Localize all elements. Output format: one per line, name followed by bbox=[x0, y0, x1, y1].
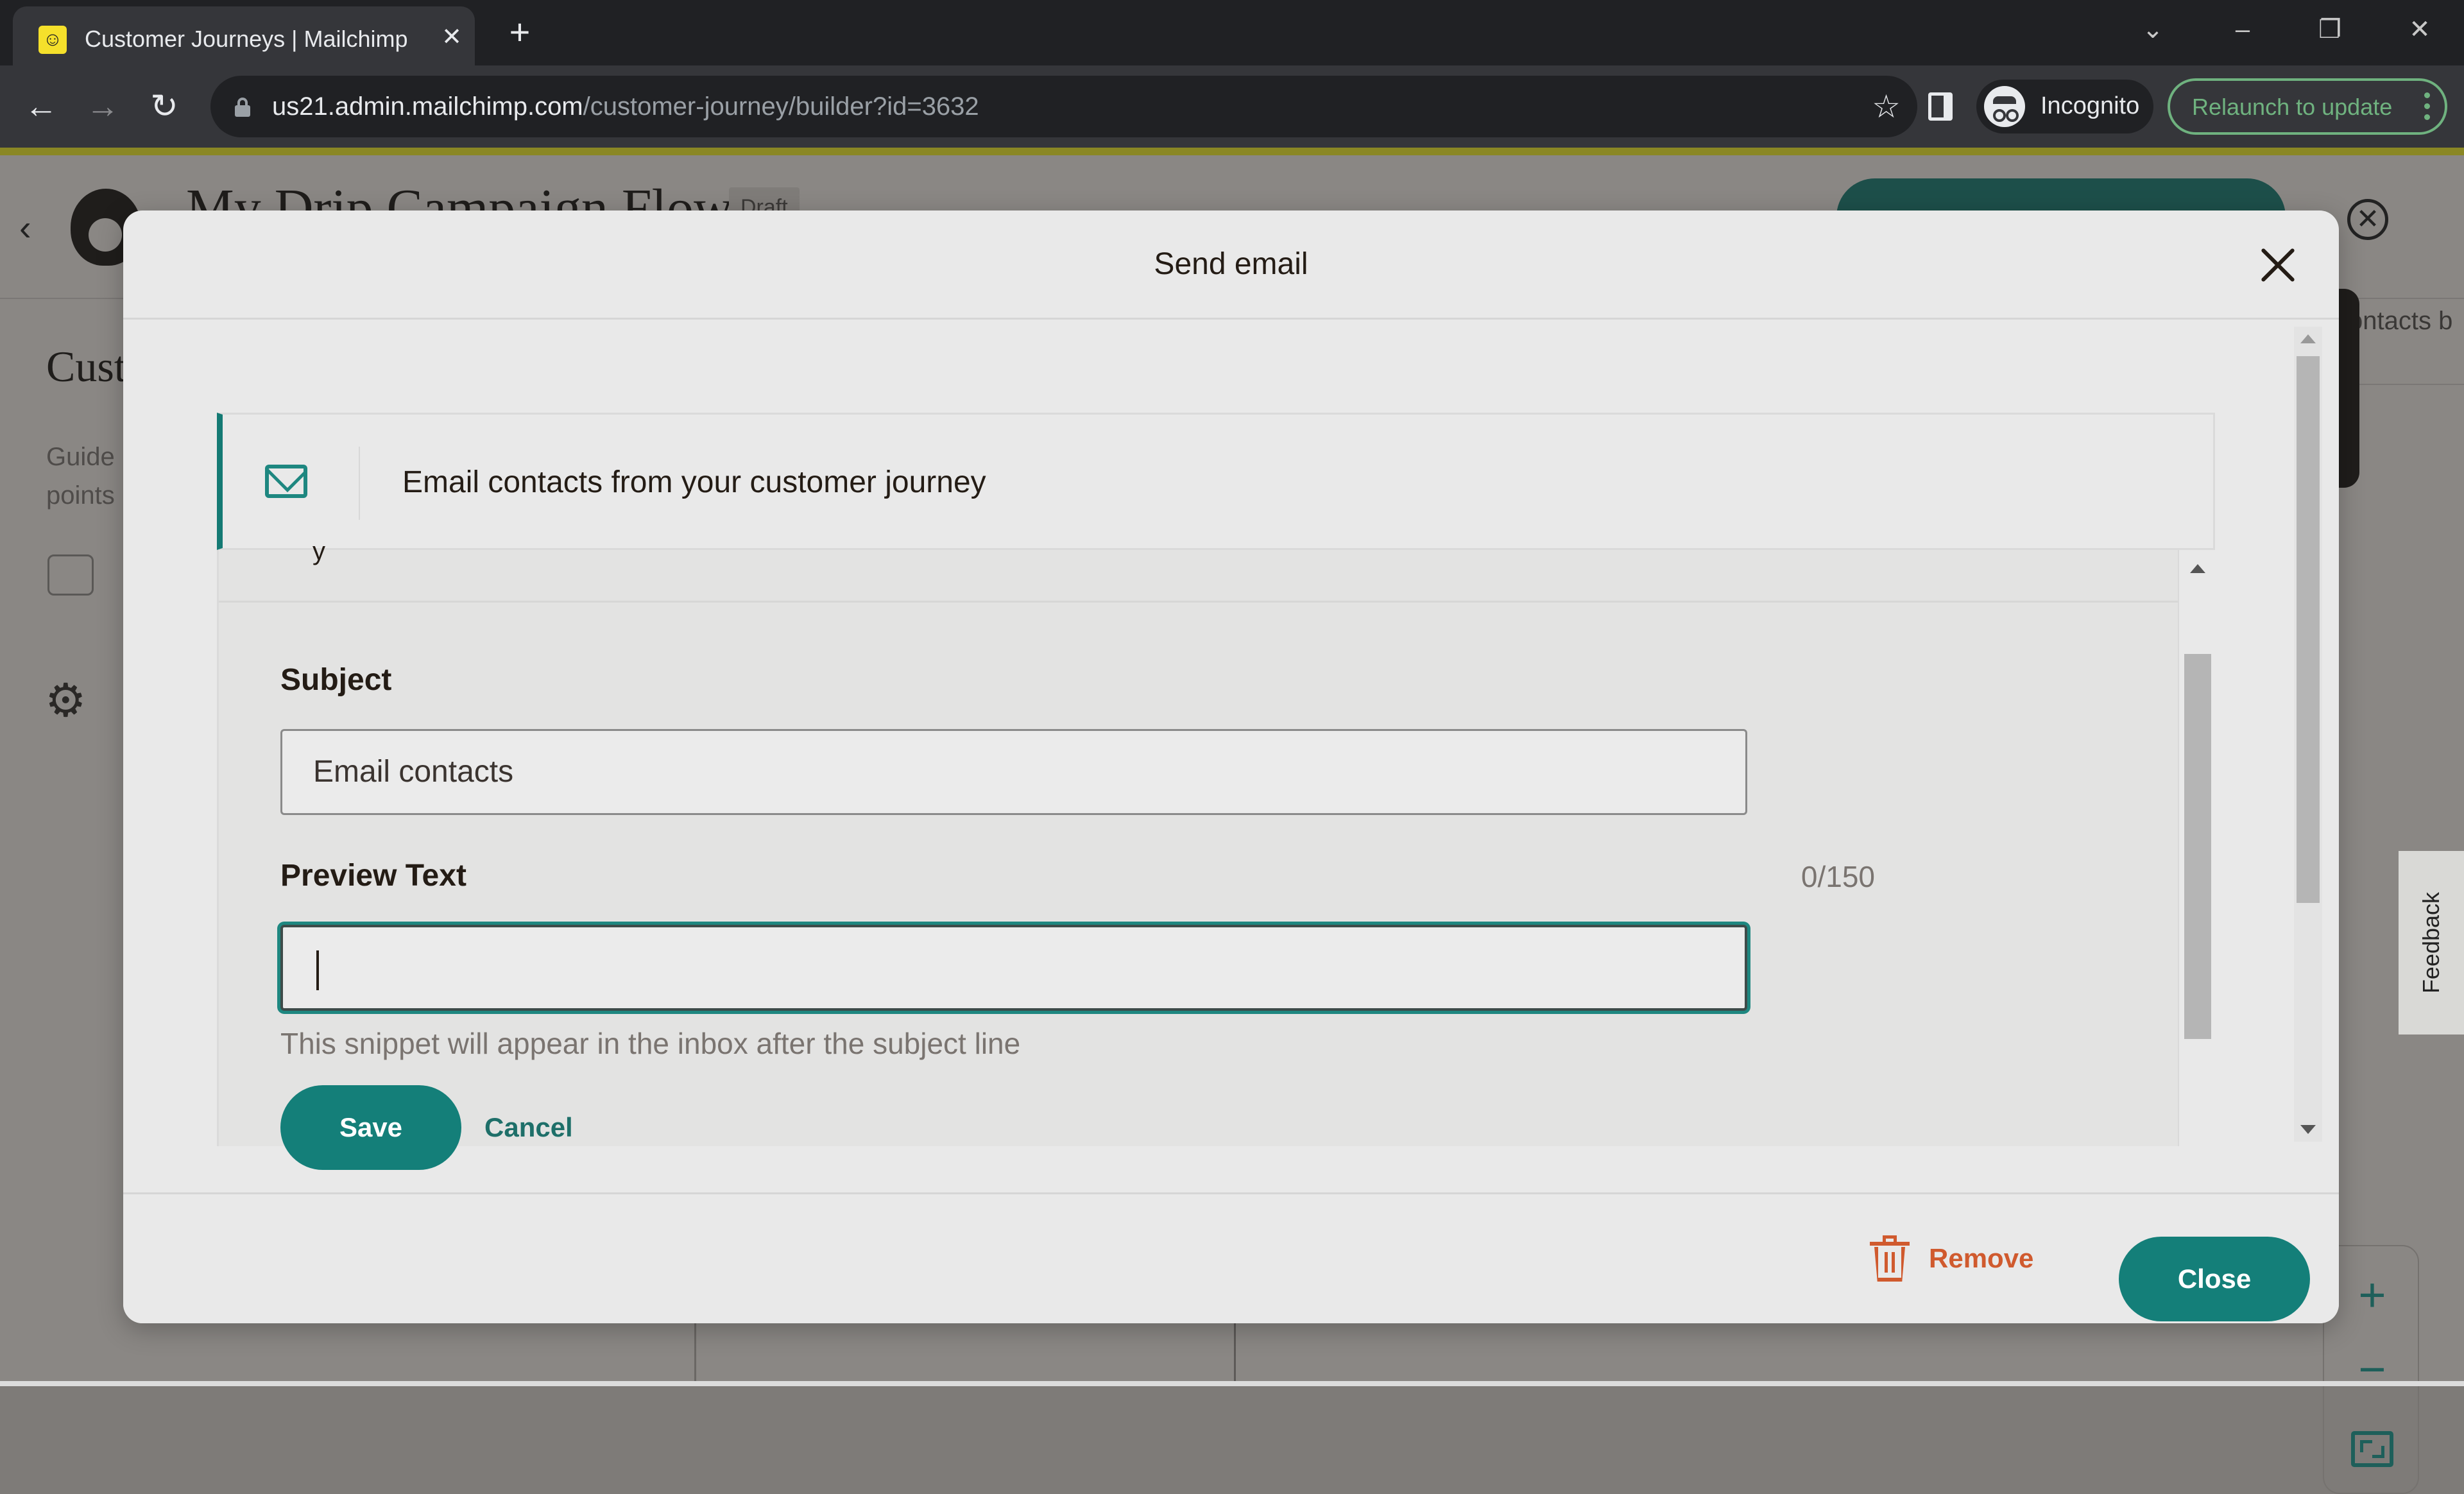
back-chevron-icon[interactable]: ‹ bbox=[19, 207, 31, 248]
relaunch-to-update-button[interactable]: Relaunch to update bbox=[2168, 78, 2447, 135]
minimize-window-button[interactable]: – bbox=[2220, 10, 2265, 49]
browser-toolbar: ← → ↻ us21.admin.mailchimp.com/customer-… bbox=[0, 65, 2464, 148]
step-card-title: Email contacts from your customer journe… bbox=[402, 465, 986, 499]
tab-search-icon[interactable]: ⌄ bbox=[2130, 10, 2175, 49]
url-host: us21.admin.mailchimp.com bbox=[272, 92, 583, 121]
new-tab-button[interactable]: + bbox=[501, 14, 539, 53]
cancel-button[interactable]: Cancel bbox=[484, 1112, 573, 1143]
address-bar[interactable]: us21.admin.mailchimp.com/customer-journe… bbox=[210, 76, 1917, 137]
feedback-label: Feedback bbox=[2418, 891, 2444, 994]
mailchimp-favicon-icon: ☺ bbox=[38, 26, 67, 54]
panel-scrollbar[interactable] bbox=[2178, 550, 2215, 1146]
forward-arrow-icon[interactable]: → bbox=[82, 86, 123, 127]
preview-text-helper: This snippet will appear in the inbox af… bbox=[280, 1027, 1021, 1060]
step-card: Email contacts from your customer journe… bbox=[217, 413, 2215, 550]
clipped-text: y bbox=[312, 537, 325, 565]
bookmark-star-icon[interactable]: ☆ bbox=[1872, 87, 1901, 126]
trash-icon bbox=[1870, 1235, 1910, 1282]
side-panel-description-line: points bbox=[46, 481, 115, 510]
gear-icon[interactable]: ⚙ bbox=[45, 675, 87, 726]
back-arrow-icon[interactable]: ← bbox=[21, 86, 62, 127]
reload-icon[interactable]: ↻ bbox=[144, 86, 185, 127]
save-button[interactable]: Save bbox=[280, 1085, 461, 1170]
send-email-dialog: Send email Email contacts from your cust… bbox=[123, 210, 2339, 1323]
browser-tab-strip: ☺ Customer Journeys | Mailchimp ✕ + ⌄ – … bbox=[0, 0, 2464, 65]
window-bottom-edge bbox=[0, 1381, 2464, 1386]
lock-icon[interactable] bbox=[235, 98, 250, 117]
fit-to-screen-icon[interactable] bbox=[2351, 1431, 2393, 1467]
dialog-scrollbar[interactable] bbox=[2294, 327, 2322, 1142]
relaunch-label: Relaunch to update bbox=[2192, 94, 2393, 120]
scroll-down-arrow-icon[interactable] bbox=[2300, 1125, 2316, 1134]
more-menu-icon[interactable] bbox=[2424, 92, 2431, 121]
close-icon[interactable] bbox=[2255, 243, 2300, 288]
preview-text-label: Preview Text bbox=[280, 859, 466, 893]
remove-button[interactable]: Remove bbox=[1870, 1233, 2033, 1284]
tab-title: Customer Journeys | Mailchimp bbox=[85, 26, 408, 52]
incognito-label: Incognito bbox=[2041, 92, 2140, 119]
canvas-node bbox=[694, 1323, 1236, 1386]
side-panel-icon[interactable] bbox=[1928, 92, 1953, 121]
side-panel-checkbox[interactable] bbox=[47, 554, 94, 596]
scrollbar-thumb[interactable] bbox=[2297, 356, 2320, 903]
incognito-profile-button[interactable]: Incognito bbox=[1976, 80, 2153, 133]
url-text[interactable]: us21.admin.mailchimp.com/customer-journe… bbox=[272, 92, 979, 121]
email-settings-panel: y Subject Email contacts Preview Text 0/… bbox=[217, 537, 2215, 1170]
character-count: 0/150 bbox=[1801, 860, 1875, 893]
dialog-title: Send email bbox=[1154, 247, 1308, 281]
dialog-body: Email contacts from your customer journe… bbox=[123, 322, 2339, 1170]
close-button[interactable]: Close bbox=[2119, 1237, 2310, 1321]
subject-value: Email contacts bbox=[313, 755, 514, 789]
scrollbar-thumb[interactable] bbox=[2184, 654, 2211, 1039]
restore-window-button[interactable]: ❐ bbox=[2307, 10, 2352, 49]
side-panel-description: Guide points bbox=[46, 438, 115, 515]
subject-label: Subject bbox=[280, 663, 392, 697]
side-panel-description-line: Guide bbox=[46, 443, 115, 471]
close-window-button[interactable]: ✕ bbox=[2397, 10, 2442, 49]
subject-input[interactable]: Email contacts bbox=[280, 729, 1747, 815]
incognito-icon bbox=[1984, 86, 2025, 127]
right-panel-text: ontacts b bbox=[2348, 307, 2453, 335]
url-path: /customer-journey/builder?id=3632 bbox=[583, 92, 979, 121]
circle-close-icon[interactable]: ✕ bbox=[2347, 199, 2388, 240]
dialog-header: Send email bbox=[123, 210, 2339, 320]
text-caret bbox=[316, 950, 319, 990]
scroll-up-arrow-icon[interactable] bbox=[2300, 334, 2316, 343]
preview-text-input[interactable] bbox=[280, 925, 1747, 1011]
browser-tab-active[interactable]: ☺ Customer Journeys | Mailchimp ✕ bbox=[13, 6, 475, 65]
side-panel-title: Cust bbox=[46, 342, 126, 391]
tab-close-icon[interactable]: ✕ bbox=[436, 22, 467, 53]
collapsed-section-strip: y bbox=[219, 537, 2180, 603]
dialog-footer: Remove Close bbox=[123, 1192, 2339, 1323]
remove-label: Remove bbox=[1929, 1243, 2034, 1273]
panel-drag-handle[interactable] bbox=[2339, 289, 2359, 488]
card-divider bbox=[359, 447, 360, 520]
scroll-up-arrow-icon[interactable] bbox=[2190, 564, 2205, 573]
zoom-out-icon[interactable]: − bbox=[2324, 1337, 2420, 1402]
envelope-icon bbox=[265, 465, 307, 498]
feedback-tab[interactable]: Feedback bbox=[2399, 851, 2464, 1035]
page-accent-strip bbox=[0, 148, 2464, 155]
